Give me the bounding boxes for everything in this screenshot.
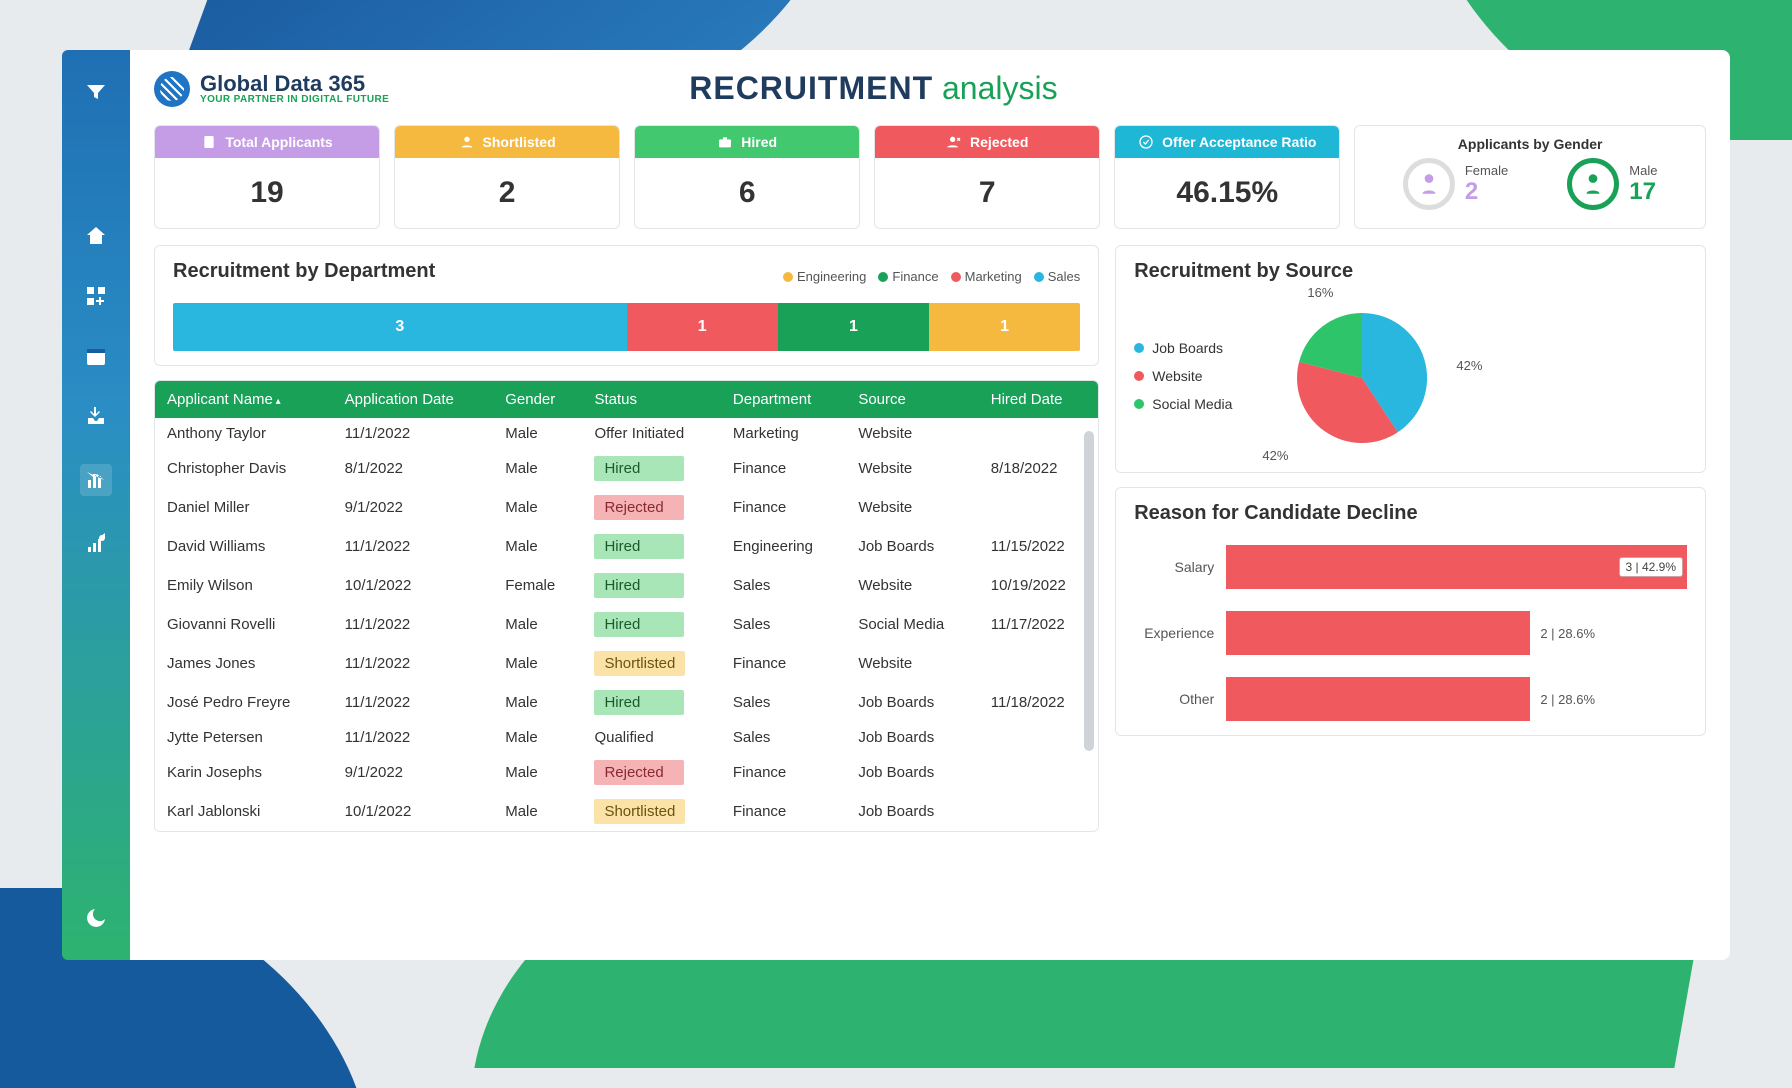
table-row[interactable]: Karin Josephs9/1/2022MaleRejectedFinance… xyxy=(155,753,1098,792)
decline-row-salary[interactable]: Salary 3 | 42.9% xyxy=(1134,545,1687,589)
kpi-gender: Applicants by Gender Female2 Male17 xyxy=(1354,125,1706,229)
pie-label-web: 42% xyxy=(1262,448,1288,463)
moon-icon[interactable] xyxy=(84,906,108,930)
document-icon xyxy=(201,134,217,150)
decline-row-other[interactable]: Other 2 | 28.6% xyxy=(1134,677,1687,721)
table-row[interactable]: Giovanni Rovelli11/1/2022MaleHiredSalesS… xyxy=(155,605,1098,644)
table-row[interactable]: Karl Jablonski10/1/2022MaleShortlistedFi… xyxy=(155,792,1098,831)
home-icon[interactable] xyxy=(84,224,108,248)
kpi-hired[interactable]: Hired 6 xyxy=(634,125,860,229)
briefcase-icon xyxy=(717,134,733,150)
decline-tooltip: 3 | 42.9% xyxy=(1619,557,1683,577)
col-hired[interactable]: Hired Date xyxy=(979,381,1098,418)
source-pie-chart[interactable]: 42% 42% 16% xyxy=(1252,293,1452,458)
card-applicants-table: Applicant Name Application Date Gender S… xyxy=(154,380,1099,832)
table-row[interactable]: Christopher Davis8/1/2022MaleHiredFinanc… xyxy=(155,449,1098,488)
header: Global Data 365 YOUR PARTNER IN DIGITAL … xyxy=(154,70,1706,107)
table-row[interactable]: David Williams11/1/2022MaleHiredEngineer… xyxy=(155,527,1098,566)
brand-logo: Global Data 365 YOUR PARTNER IN DIGITAL … xyxy=(154,71,389,107)
table-row[interactable]: José Pedro Freyre11/1/2022MaleHiredSales… xyxy=(155,683,1098,722)
gender-male: Male17 xyxy=(1567,158,1657,210)
page-title: RECRUITMENT analysis xyxy=(689,70,1057,107)
col-dept[interactable]: Department xyxy=(721,381,846,418)
dept-seg-sales[interactable]: 3 xyxy=(173,303,627,351)
table-row[interactable]: Jytte Petersen11/1/2022MaleQualifiedSale… xyxy=(155,722,1098,753)
pie-label-sm: 16% xyxy=(1307,285,1333,300)
sidebar xyxy=(62,50,130,960)
analytics-icon[interactable] xyxy=(80,464,112,496)
money-chart-icon[interactable] xyxy=(84,532,108,556)
decline-row-experience[interactable]: Experience 2 | 28.6% xyxy=(1134,611,1687,655)
inbox-download-icon[interactable] xyxy=(84,404,108,428)
brand-tagline: YOUR PARTNER IN DIGITAL FUTURE xyxy=(200,95,389,106)
dept-seg-engineering[interactable]: 1 xyxy=(929,303,1080,351)
table-row[interactable]: Emily Wilson10/1/2022FemaleHiredSalesWeb… xyxy=(155,566,1098,605)
pie-label-jb: 42% xyxy=(1456,358,1482,373)
table-scrollbar[interactable] xyxy=(1084,431,1094,751)
dept-stacked-bar[interactable]: 3 1 1 1 xyxy=(173,303,1080,351)
col-date[interactable]: Application Date xyxy=(333,381,494,418)
table-row[interactable]: James Jones11/1/2022MaleShortlistedFinan… xyxy=(155,644,1098,683)
kpi-acceptance-ratio[interactable]: Offer Acceptance Ratio 46.15% xyxy=(1114,125,1340,229)
dept-legend: Engineering Finance Marketing Sales xyxy=(783,269,1080,284)
col-name[interactable]: Applicant Name xyxy=(155,381,333,418)
decline-bar-chart[interactable]: Salary 3 | 42.9% Experience 2 | 28.6% Ot… xyxy=(1134,545,1687,721)
grid-add-icon[interactable] xyxy=(84,284,108,308)
col-gender[interactable]: Gender xyxy=(493,381,582,418)
user-icon xyxy=(459,134,475,150)
brand-name: Global Data 365 xyxy=(200,72,389,95)
applicants-table[interactable]: Applicant Name Application Date Gender S… xyxy=(155,381,1098,831)
female-icon xyxy=(1403,158,1455,210)
table-row[interactable]: Daniel Miller9/1/2022MaleRejectedFinance… xyxy=(155,488,1098,527)
card-recruitment-by-source: Recruitment by Source Job Boards Website… xyxy=(1115,245,1706,473)
male-icon xyxy=(1567,158,1619,210)
filter-icon[interactable] xyxy=(84,80,108,104)
logo-icon xyxy=(154,71,190,107)
dept-seg-finance[interactable]: 1 xyxy=(778,303,929,351)
dept-seg-marketing[interactable]: 1 xyxy=(627,303,778,351)
kpi-row: Total Applicants 19 Shortlisted 2 Hired … xyxy=(154,125,1706,229)
user-x-icon xyxy=(946,134,962,150)
gender-female: Female2 xyxy=(1403,158,1508,210)
table-row[interactable]: Anthony Taylor11/1/2022MaleOffer Initiat… xyxy=(155,418,1098,449)
kpi-rejected[interactable]: Rejected 7 xyxy=(874,125,1100,229)
source-legend: Job Boards Website Social Media xyxy=(1134,340,1232,412)
kpi-shortlisted[interactable]: Shortlisted 2 xyxy=(394,125,620,229)
card-recruitment-by-dept: Recruitment by Department Engineering Fi… xyxy=(154,245,1099,366)
main-panel: Global Data 365 YOUR PARTNER IN DIGITAL … xyxy=(130,50,1730,960)
col-status[interactable]: Status xyxy=(582,381,720,418)
check-circle-icon xyxy=(1138,134,1154,150)
calendar-icon[interactable] xyxy=(84,344,108,368)
kpi-total-applicants[interactable]: Total Applicants 19 xyxy=(154,125,380,229)
col-source[interactable]: Source xyxy=(846,381,978,418)
card-decline-reason: Reason for Candidate Decline Salary 3 | … xyxy=(1115,487,1706,736)
